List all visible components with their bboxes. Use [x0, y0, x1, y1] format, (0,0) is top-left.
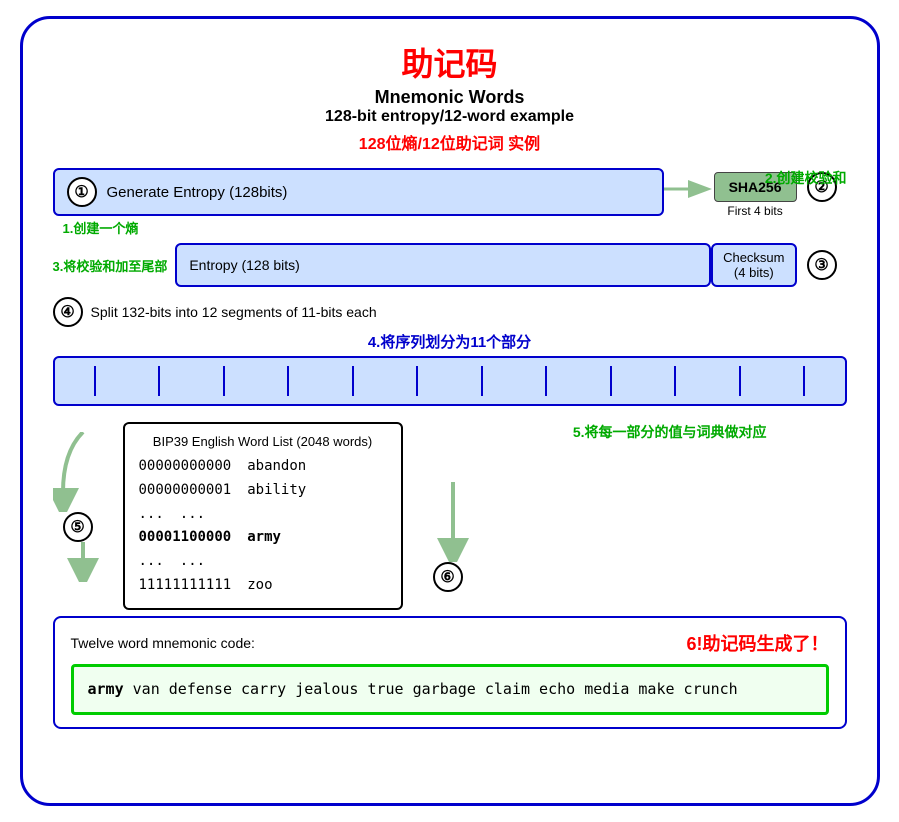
bip39-binary-2: ... — [139, 503, 164, 527]
step1-annotation: 1.创建一个熵 — [63, 218, 664, 237]
mnemonic-first-word: army — [88, 680, 124, 698]
step3-circle: ③ — [807, 250, 837, 280]
segments-bar — [53, 356, 847, 406]
output-section: Twelve word mnemonic code: 6!助记码生成了！ arm… — [53, 616, 847, 730]
title-zh: 助记码 — [53, 39, 847, 85]
bip39-word-4: ... — [180, 550, 205, 574]
subtitle-zh: 128位熵/12位助记词 实例 — [53, 130, 847, 154]
title-en: Mnemonic Words — [53, 87, 847, 108]
step4-annotation: 4.将序列划分为11个部分 — [53, 331, 847, 352]
step1-label: Generate Entropy (128bits) — [107, 184, 288, 201]
bip39-word-1: ability — [247, 479, 306, 503]
bip39-binary-1: 00000000001 — [139, 479, 232, 503]
step4-description: Split 132-bits into 12 segments of 11-bi… — [91, 304, 377, 320]
step6-annotation: 6!助记码生成了！ — [686, 630, 828, 656]
checksum-box: Checksum(4 bits) — [711, 243, 796, 287]
step1-box: ① Generate Entropy (128bits) — [53, 168, 664, 216]
bip39-binary-5: 11111111111 — [139, 574, 232, 598]
bip39-title: BIP39 English Word List (2048 words) — [139, 434, 387, 449]
subtitle-en: 128-bit entropy/12-word example — [53, 108, 847, 126]
bip39-binary-3: 00001100000 — [139, 526, 232, 550]
bip39-binary-0: 00000000000 — [139, 455, 232, 479]
mnemonic-box: army van defense carry jealous true garb… — [71, 664, 829, 716]
output-label: Twelve word mnemonic code: — [71, 635, 255, 651]
bip39-box: BIP39 English Word List (2048 words) 000… — [123, 422, 403, 610]
step3-annotation: 3.将校验和加至尾部 — [53, 256, 168, 275]
step5-annotation: 5.将每一部分的值与词典做对应 — [573, 422, 767, 442]
bip39-word-3: army — [247, 526, 281, 550]
step5-down-arrow — [53, 542, 113, 582]
checksum-label: Checksum(4 bits) — [723, 250, 784, 280]
first4bits-label: First 4 bits — [727, 204, 782, 218]
bip39-word-2: ... — [180, 503, 205, 527]
mnemonic-rest: van defense carry jealous true garbage c… — [124, 680, 738, 698]
step2-annotation: 2.创建校验和 — [765, 168, 847, 188]
right-curve-arrow — [423, 482, 483, 562]
step4-circle: ④ — [53, 297, 83, 327]
step3-row: 3.将校验和加至尾部 Entropy (128 bits) Checksum(4… — [53, 243, 847, 287]
left-curve-arrow — [53, 432, 113, 512]
bip39-word-5: zoo — [247, 574, 272, 598]
entropy-box: Entropy (128 bits) — [175, 243, 711, 287]
step1-circle: ① — [67, 177, 97, 207]
step6-circle: ⑥ — [433, 562, 463, 592]
step5-circle: ⑤ — [63, 512, 93, 542]
step4-row: ④ Split 132-bits into 12 segments of 11-… — [53, 297, 847, 327]
output-label-row: Twelve word mnemonic code: 6!助记码生成了！ — [71, 630, 829, 656]
bip39-area: 5.将每一部分的值与词典做对应 ⑤ — [53, 422, 847, 610]
main-container: 助记码 Mnemonic Words 128-bit entropy/12-wo… — [20, 16, 880, 806]
arrow-to-sha — [664, 174, 714, 204]
bip39-binary-4: ... — [139, 550, 164, 574]
bip39-word-0: abandon — [247, 455, 306, 479]
bip39-table: 00000000000 abandon 00000000001 ability … — [139, 455, 387, 598]
